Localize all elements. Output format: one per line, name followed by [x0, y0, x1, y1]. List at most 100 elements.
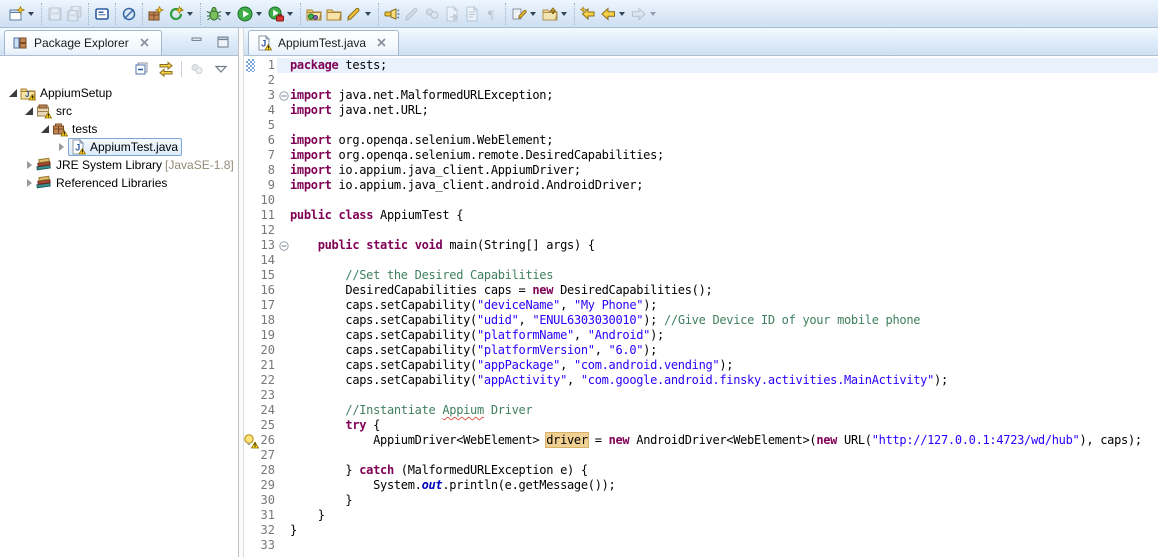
code-line-body[interactable]: }	[277, 508, 1158, 523]
annotation-gutter[interactable]	[244, 193, 257, 208]
annotation-gutter[interactable]	[244, 238, 257, 253]
tree-item-appiumtest-java[interactable]: J AppiumTest.java	[0, 138, 238, 156]
expanded-arrow-icon[interactable]	[8, 88, 18, 98]
code-line-body[interactable]: caps.setCapability("appPackage", "com.an…	[277, 358, 1158, 373]
link-with-editor-button[interactable]	[157, 60, 175, 78]
annotation-gutter[interactable]	[244, 433, 260, 449]
debug-button[interactable]	[204, 3, 235, 25]
code-line-body[interactable]: } catch (MalformedURLException e) {	[277, 463, 1158, 478]
code-line-body[interactable]: import java.net.MalformedURLException;	[277, 88, 1158, 103]
code-text[interactable]: caps.setCapability("deviceName", "My Pho…	[290, 298, 657, 313]
line-number[interactable]: 11	[257, 208, 277, 223]
annotation-gutter[interactable]	[244, 313, 257, 328]
line-number[interactable]: 22	[257, 373, 277, 388]
run-external-tools-button[interactable]	[266, 3, 297, 25]
code-line-22[interactable]: 22 caps.setCapability("appActivity", "co…	[244, 373, 1158, 388]
annotation-gutter[interactable]	[244, 328, 257, 343]
line-number[interactable]: 31	[257, 508, 277, 523]
line-number[interactable]: 33	[257, 538, 277, 553]
code-line-body[interactable]	[277, 223, 1158, 238]
tree-item-content[interactable]: src	[36, 103, 72, 119]
code-text[interactable]: try {	[290, 418, 380, 433]
line-number[interactable]: 2	[257, 73, 277, 88]
code-text[interactable]: caps.setCapability("appPackage", "com.an…	[290, 358, 733, 373]
expanded-arrow-icon[interactable]	[24, 106, 34, 116]
selected-tree-item[interactable]: J AppiumTest.java	[68, 138, 183, 156]
line-number[interactable]: 4	[257, 103, 277, 118]
code-text[interactable]: caps.setCapability("platformVersion", "6…	[290, 343, 657, 358]
annotation-gutter[interactable]	[244, 58, 257, 73]
code-text[interactable]: //Set the Desired Capabilities	[290, 268, 553, 283]
tree-item-tests[interactable]: tests	[0, 120, 238, 138]
code-line-25[interactable]: 25 try {	[244, 418, 1158, 433]
code-line-16[interactable]: 16 DesiredCapabilities caps = new Desire…	[244, 283, 1158, 298]
tree-item-content[interactable]: J AppiumSetup	[20, 85, 112, 101]
code-text[interactable]: import java.net.MalformedURLException;	[290, 88, 553, 103]
code-line-body[interactable]	[277, 73, 1158, 88]
line-number[interactable]: 30	[257, 493, 277, 508]
code-editor[interactable]: 1 package tests; 2 3 import java.net.Malform…	[244, 56, 1158, 557]
code-text[interactable]: import io.appium.java_client.AppiumDrive…	[290, 163, 581, 178]
annotation-gutter[interactable]	[244, 148, 257, 163]
annotation-gutter[interactable]	[244, 388, 257, 403]
code-text[interactable]: AppiumDriver<WebElement> driver = new An…	[290, 432, 1142, 448]
collapse-all-button[interactable]	[133, 60, 151, 78]
code-line-body[interactable]	[277, 538, 1158, 553]
code-line-body[interactable]	[277, 448, 1158, 463]
code-line-body[interactable]: import org.openqa.selenium.WebElement;	[277, 133, 1158, 148]
code-text[interactable]: import java.net.URL;	[290, 103, 429, 118]
line-number[interactable]: 5	[257, 118, 277, 133]
annotation-gutter[interactable]	[244, 298, 257, 313]
code-text[interactable]: } catch (MalformedURLException e) {	[290, 463, 588, 478]
line-number[interactable]: 21	[257, 358, 277, 373]
tree-item-content[interactable]: tests	[52, 121, 97, 137]
line-number[interactable]: 14	[257, 253, 277, 268]
code-line-30[interactable]: 30 }	[244, 493, 1158, 508]
code-line-32[interactable]: 32}	[244, 523, 1158, 538]
dropdown-arrow-icon[interactable]	[225, 11, 231, 16]
line-number[interactable]: 32	[257, 523, 277, 538]
code-line-6[interactable]: 6 import org.openqa.selenium.WebElement;	[244, 133, 1158, 148]
line-number[interactable]: 19	[257, 328, 277, 343]
code-line-8[interactable]: 8 import io.appium.java_client.AppiumDriv…	[244, 163, 1158, 178]
expanded-arrow-icon[interactable]	[40, 124, 50, 134]
back-button[interactable]	[598, 3, 629, 25]
code-line-21[interactable]: 21 caps.setCapability("appPackage", "com…	[244, 358, 1158, 373]
annotation-gutter[interactable]	[244, 283, 257, 298]
code-line-body[interactable]	[277, 253, 1158, 268]
code-line-body[interactable]: import org.openqa.selenium.remote.Desire…	[277, 148, 1158, 163]
code-text[interactable]: //Instantiate Appium Driver	[290, 403, 532, 418]
line-number[interactable]: 8	[257, 163, 277, 178]
code-line-body[interactable]: //Set the Desired Capabilities	[277, 268, 1158, 283]
dropdown-arrow-icon[interactable]	[619, 11, 625, 16]
code-line-29[interactable]: 29 System.out.println(e.getMessage());	[244, 478, 1158, 493]
code-line-body[interactable]: caps.setCapability("platformVersion", "6…	[277, 343, 1158, 358]
annotation-gutter[interactable]	[244, 118, 257, 133]
line-number[interactable]: 9	[257, 178, 277, 193]
code-text[interactable]: public static void main(String[] args) {	[290, 238, 595, 253]
code-line-20[interactable]: 20 caps.setCapability("platformVersion",…	[244, 343, 1158, 358]
annotate-button[interactable]	[344, 3, 375, 25]
line-number[interactable]: 27	[257, 448, 277, 463]
last-edit-location-button[interactable]	[578, 3, 598, 25]
annotation-gutter[interactable]	[244, 418, 257, 433]
tree-item-content[interactable]: Referenced Libraries	[36, 175, 167, 191]
import-resource-button[interactable]	[304, 3, 324, 25]
maximize-button[interactable]	[214, 33, 232, 51]
collapsed-arrow-icon[interactable]	[24, 179, 34, 187]
code-line-7[interactable]: 7 import org.openqa.selenium.remote.Desir…	[244, 148, 1158, 163]
code-line-body[interactable]: System.out.println(e.getMessage());	[277, 478, 1158, 493]
dropdown-arrow-icon[interactable]	[287, 11, 293, 16]
tree-item-src[interactable]: src	[0, 102, 238, 120]
line-number[interactable]: 20	[257, 343, 277, 358]
search-button[interactable]	[382, 3, 402, 25]
annotation-gutter[interactable]	[244, 373, 257, 388]
code-text[interactable]: System.out.println(e.getMessage());	[290, 478, 616, 493]
annotation-gutter[interactable]	[244, 463, 257, 478]
code-line-body[interactable]: public static void main(String[] args) {	[277, 238, 1158, 253]
code-line-18[interactable]: 18 caps.setCapability("udid", "ENUL63030…	[244, 313, 1158, 328]
dropdown-arrow-icon[interactable]	[530, 11, 536, 16]
line-number[interactable]: 3	[257, 88, 277, 103]
coverage-button[interactable]	[166, 3, 197, 25]
annotation-gutter[interactable]	[244, 88, 257, 103]
